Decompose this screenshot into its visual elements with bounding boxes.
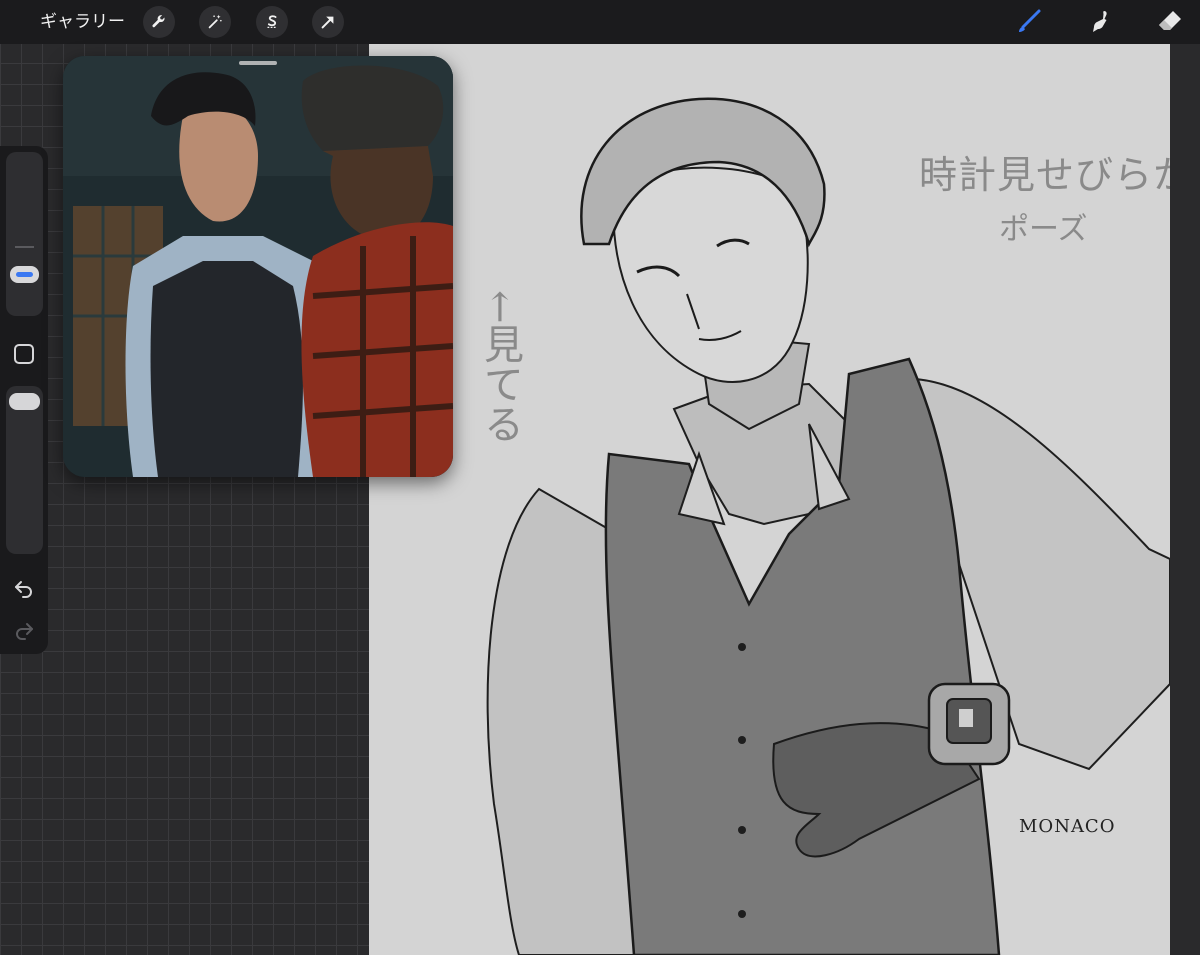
brush-opacity-slider[interactable] bbox=[6, 386, 43, 554]
redo-button[interactable] bbox=[10, 617, 38, 643]
gallery-button[interactable]: ギャラリー bbox=[40, 9, 125, 35]
transform-button[interactable] bbox=[312, 6, 344, 38]
selection-s-icon bbox=[267, 15, 277, 29]
canvas-gutter bbox=[1170, 44, 1200, 955]
note-watch: 時計見せびらかし bbox=[919, 153, 1170, 197]
redo-arrow-icon bbox=[16, 623, 33, 640]
adjustments-button[interactable] bbox=[199, 6, 231, 38]
modify-button[interactable] bbox=[14, 344, 34, 364]
watch-brand-label: MONACO bbox=[1019, 816, 1116, 837]
undo-arrow-icon bbox=[15, 581, 32, 598]
note-pose: ポーズ bbox=[999, 212, 1088, 247]
brush-size-slider[interactable] bbox=[6, 152, 43, 316]
transform-arrow-icon bbox=[321, 16, 334, 29]
selection-button[interactable] bbox=[256, 6, 288, 38]
reference-drag-handle[interactable] bbox=[239, 61, 277, 65]
reference-photo bbox=[63, 56, 453, 477]
drawing-canvas[interactable]: 時計見せびらかし ポーズ ←見てる MONACO bbox=[369, 44, 1170, 955]
wrench-icon bbox=[152, 15, 165, 28]
smudge-tool[interactable] bbox=[1082, 4, 1118, 40]
brush-icon bbox=[1019, 9, 1041, 32]
brush-opacity-thumb[interactable] bbox=[9, 393, 40, 410]
undo-button[interactable] bbox=[10, 575, 38, 601]
note-look: ←見てる bbox=[477, 290, 523, 444]
reference-window[interactable] bbox=[63, 56, 453, 477]
brush-tool[interactable] bbox=[1011, 4, 1047, 40]
smudge-icon bbox=[1093, 11, 1107, 32]
actions-button[interactable] bbox=[143, 6, 175, 38]
eraser-icon bbox=[1159, 11, 1181, 30]
brush-size-thumb[interactable] bbox=[10, 266, 39, 283]
eraser-tool[interactable] bbox=[1152, 4, 1188, 40]
magic-wand-icon bbox=[208, 14, 222, 29]
left-sidebar bbox=[0, 146, 48, 654]
size-tick bbox=[15, 246, 34, 248]
top-toolbar: ギャラリー bbox=[0, 0, 1200, 44]
